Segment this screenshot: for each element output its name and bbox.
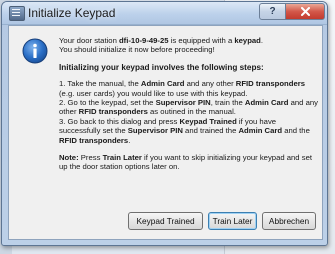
step-text: and trained the xyxy=(182,126,239,136)
note-part: Press xyxy=(78,153,103,163)
steps-heading: Initializing your keypad involves the fo… xyxy=(59,62,264,72)
step-emphasis: Admin Card xyxy=(238,126,283,136)
step-emphasis: Admin Card xyxy=(244,98,289,108)
step-text: and any other xyxy=(184,79,236,89)
step-text: 2. Go to the keypad, set the xyxy=(59,98,156,108)
intro-text-part: Your door station xyxy=(59,36,119,45)
cancel-button[interactable]: Abbrechen xyxy=(262,212,316,230)
initialize-keypad-dialog: Initialize Keypad ? Your door station df… xyxy=(1,1,328,246)
keypad-app-icon xyxy=(9,6,25,21)
step-emphasis: Supervisor PIN xyxy=(127,126,183,136)
steps-list: 1. Take the manual, the Admin Card and a… xyxy=(59,79,319,145)
title-bar[interactable]: Initialize Keypad ? xyxy=(2,2,327,25)
close-icon xyxy=(300,7,310,16)
step-text: as outined in the manual. xyxy=(147,107,236,117)
close-button[interactable] xyxy=(285,3,325,20)
step-2: 2. Go to the keypad, set the Supervisor … xyxy=(59,98,319,117)
info-icon xyxy=(22,38,48,64)
note-text: Note: Press Train Later if you want to s… xyxy=(59,153,319,172)
step-emphasis: RFID transponders xyxy=(78,107,148,117)
note-label: Note: xyxy=(59,153,79,163)
step-emphasis: Admin Card xyxy=(140,79,185,89)
step-text: and the xyxy=(282,126,310,136)
step-text: (e.g. user cards) you would like to use … xyxy=(59,88,248,98)
step-emphasis: RFID transponders xyxy=(235,79,305,89)
step-emphasis: Supervisor PIN xyxy=(155,98,211,108)
step-text: 3. Go back to this dialog and press xyxy=(59,116,180,126)
train-later-button[interactable]: Train Later xyxy=(208,212,257,230)
dialog-title: Initialize Keypad xyxy=(28,6,116,20)
step-text: . xyxy=(128,135,131,145)
button-bar: Keypad Trained Train Later Abbrechen xyxy=(9,205,322,239)
keypad-trained-button[interactable]: Keypad Trained xyxy=(128,212,203,230)
help-icon: ? xyxy=(269,6,276,17)
intro-text: Your door station dfi-10-9-49-25 is equi… xyxy=(59,36,319,45)
intro-text-part: is equipped with a xyxy=(168,36,235,45)
note-emphasis: Train Later xyxy=(102,153,142,163)
step-text: 1. Take the manual, the xyxy=(59,79,141,89)
step-3: 3. Go back to this dialog and press Keyp… xyxy=(59,117,319,145)
step-emphasis: Keypad Trained xyxy=(179,116,237,126)
dialog-body: Your door station dfi-10-9-49-25 is equi… xyxy=(8,25,323,240)
step-text: , train the xyxy=(210,98,245,108)
keypad-word: keypad xyxy=(234,36,261,45)
intro-warning: You should initialize it now before proc… xyxy=(59,45,215,55)
step-emphasis: RFID transponders xyxy=(59,135,129,145)
step-1: 1. Take the manual, the Admin Card and a… xyxy=(59,79,319,98)
message-content: Your door station dfi-10-9-49-25 is equi… xyxy=(59,36,319,172)
intro-text-part: . xyxy=(260,36,264,45)
station-id: dfi-10-9-49-25 xyxy=(118,36,169,45)
help-button[interactable]: ? xyxy=(259,3,286,20)
